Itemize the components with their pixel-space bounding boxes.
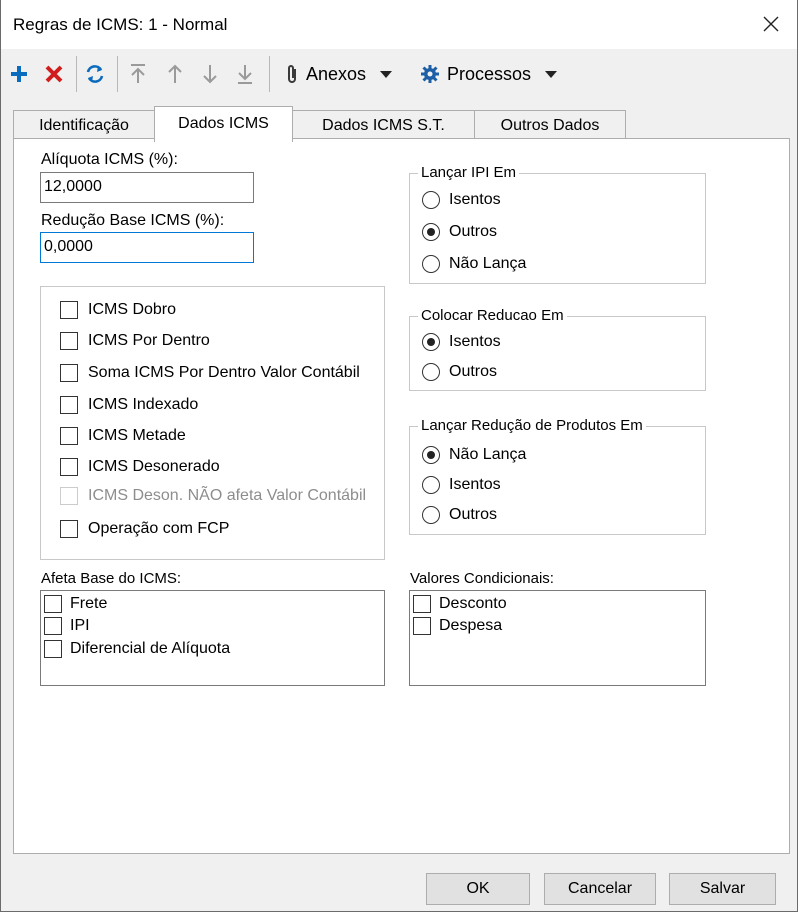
- move-top-icon[interactable]: [128, 61, 148, 87]
- save-button[interactable]: Salvar: [669, 873, 776, 905]
- radio-button[interactable]: [422, 446, 440, 464]
- checkbox[interactable]: [60, 427, 78, 445]
- radio-produtos-nao-lanca[interactable]: Não Lança: [422, 446, 526, 464]
- list-item-despesa[interactable]: Despesa: [413, 617, 502, 635]
- anexos-label: Anexos: [306, 63, 367, 84]
- checkbox[interactable]: [60, 458, 78, 476]
- option-icms-indexado[interactable]: ICMS Indexado: [60, 396, 198, 414]
- radio-reducao-outros[interactable]: Outros: [422, 363, 497, 381]
- option-icms-dobro[interactable]: ICMS Dobro: [60, 301, 176, 319]
- checkbox[interactable]: [44, 617, 62, 635]
- checkbox[interactable]: [413, 595, 431, 613]
- radio-produtos-isentos[interactable]: Isentos: [422, 476, 501, 494]
- chevron-down-icon: [380, 70, 393, 78]
- chevron-down-icon: [545, 70, 558, 78]
- radio-button[interactable]: [422, 191, 440, 209]
- radio-produtos-outros[interactable]: Outros: [422, 506, 497, 524]
- checkbox[interactable]: [44, 595, 62, 613]
- lancar-reducao-produtos-title: Lançar Redução de Produtos Em: [418, 417, 646, 434]
- afeta-base-list[interactable]: Frete IPI Diferencial de Alíquota: [40, 590, 385, 686]
- reducao-input[interactable]: 0,0000: [40, 232, 254, 263]
- radio-button[interactable]: [422, 223, 440, 241]
- toolbar-separator: [117, 56, 118, 92]
- radio-button[interactable]: [422, 255, 440, 273]
- close-icon[interactable]: [759, 12, 783, 36]
- move-bottom-icon[interactable]: [235, 61, 255, 87]
- dialog-window: Regras de ICMS: 1 - Normal Anexos Proces…: [0, 0, 798, 912]
- list-item-ipi[interactable]: IPI: [44, 617, 90, 635]
- radio-button[interactable]: [422, 363, 440, 381]
- processos-button[interactable]: Processos: [420, 61, 558, 87]
- lancar-reducao-produtos-group: Lançar Redução de Produtos Em Não Lança …: [409, 417, 706, 535]
- colocar-reducao-title: Colocar Reducao Em: [418, 307, 567, 324]
- paperclip-icon: [288, 65, 296, 83]
- toolbar-separator: [269, 56, 270, 92]
- tab-panel: Alíquota ICMS (%): 12,0000 Redução Base …: [13, 138, 790, 854]
- checkbox[interactable]: [60, 332, 78, 350]
- checkbox[interactable]: [60, 396, 78, 414]
- checkbox[interactable]: [60, 301, 78, 319]
- toolbar: Anexos Processos: [1, 49, 797, 99]
- list-item-diferencial-aliquota[interactable]: Diferencial de Alíquota: [44, 640, 230, 658]
- option-operacao-fcp[interactable]: Operação com FCP: [60, 520, 229, 538]
- option-icms-por-dentro[interactable]: ICMS Por Dentro: [60, 332, 210, 350]
- list-item-frete[interactable]: Frete: [44, 595, 107, 613]
- afeta-base-label: Afeta Base do ICMS:: [41, 570, 182, 587]
- checkbox[interactable]: [60, 364, 78, 382]
- list-item-desconto[interactable]: Desconto: [413, 595, 507, 613]
- radio-ipi-isentos[interactable]: Isentos: [422, 191, 501, 209]
- cancel-button[interactable]: Cancelar: [544, 873, 656, 905]
- checkbox: [60, 487, 78, 505]
- lancar-ipi-title: Lançar IPI Em: [418, 164, 520, 181]
- option-icms-metade[interactable]: ICMS Metade: [60, 427, 186, 445]
- move-down-icon[interactable]: [200, 61, 220, 87]
- ok-button[interactable]: OK: [426, 873, 530, 905]
- toolbar-separator: [76, 56, 77, 92]
- radio-ipi-outros[interactable]: Outros: [422, 223, 497, 241]
- checkbox[interactable]: [60, 520, 78, 538]
- aliquota-input[interactable]: 12,0000: [40, 172, 254, 203]
- radio-ipi-nao-lanca[interactable]: Não Lança: [422, 255, 526, 273]
- option-soma-icms-por-dentro[interactable]: Soma ICMS Por Dentro Valor Contábil: [60, 364, 360, 382]
- refresh-icon[interactable]: [84, 61, 106, 87]
- icms-options-group: ICMS Dobro ICMS Por Dentro Soma ICMS Por…: [40, 286, 385, 560]
- checkbox[interactable]: [44, 640, 62, 658]
- gear-icon: [421, 65, 439, 83]
- valores-condicionais-list[interactable]: Desconto Despesa: [409, 590, 706, 686]
- radio-button[interactable]: [422, 506, 440, 524]
- move-up-icon[interactable]: [165, 61, 185, 87]
- radio-reducao-isentos[interactable]: Isentos: [422, 333, 501, 351]
- checkbox[interactable]: [413, 617, 431, 635]
- colocar-reducao-group: Colocar Reducao Em Isentos Outros: [409, 307, 706, 391]
- title-bar: Regras de ICMS: 1 - Normal: [1, 0, 797, 49]
- window-title: Regras de ICMS: 1 - Normal: [13, 15, 228, 34]
- processos-label: Processos: [447, 63, 532, 84]
- anexos-button[interactable]: Anexos: [285, 61, 393, 87]
- tab-dados-icms[interactable]: Dados ICMS: [154, 106, 293, 142]
- option-icms-desonerado[interactable]: ICMS Desonerado: [60, 458, 220, 476]
- delete-icon[interactable]: [44, 61, 64, 87]
- lancar-ipi-group: Lançar IPI Em Isentos Outros Não Lança: [409, 164, 706, 284]
- reducao-label: Redução Base ICMS (%):: [41, 212, 225, 229]
- option-icms-deson-nao-afeta: ICMS Deson. NÃO afeta Valor Contábil: [60, 487, 366, 505]
- radio-button[interactable]: [422, 476, 440, 494]
- valores-condicionais-label: Valores Condicionais:: [410, 570, 554, 587]
- aliquota-label: Alíquota ICMS (%):: [41, 151, 178, 168]
- add-icon[interactable]: [9, 61, 29, 87]
- radio-button[interactable]: [422, 333, 440, 351]
